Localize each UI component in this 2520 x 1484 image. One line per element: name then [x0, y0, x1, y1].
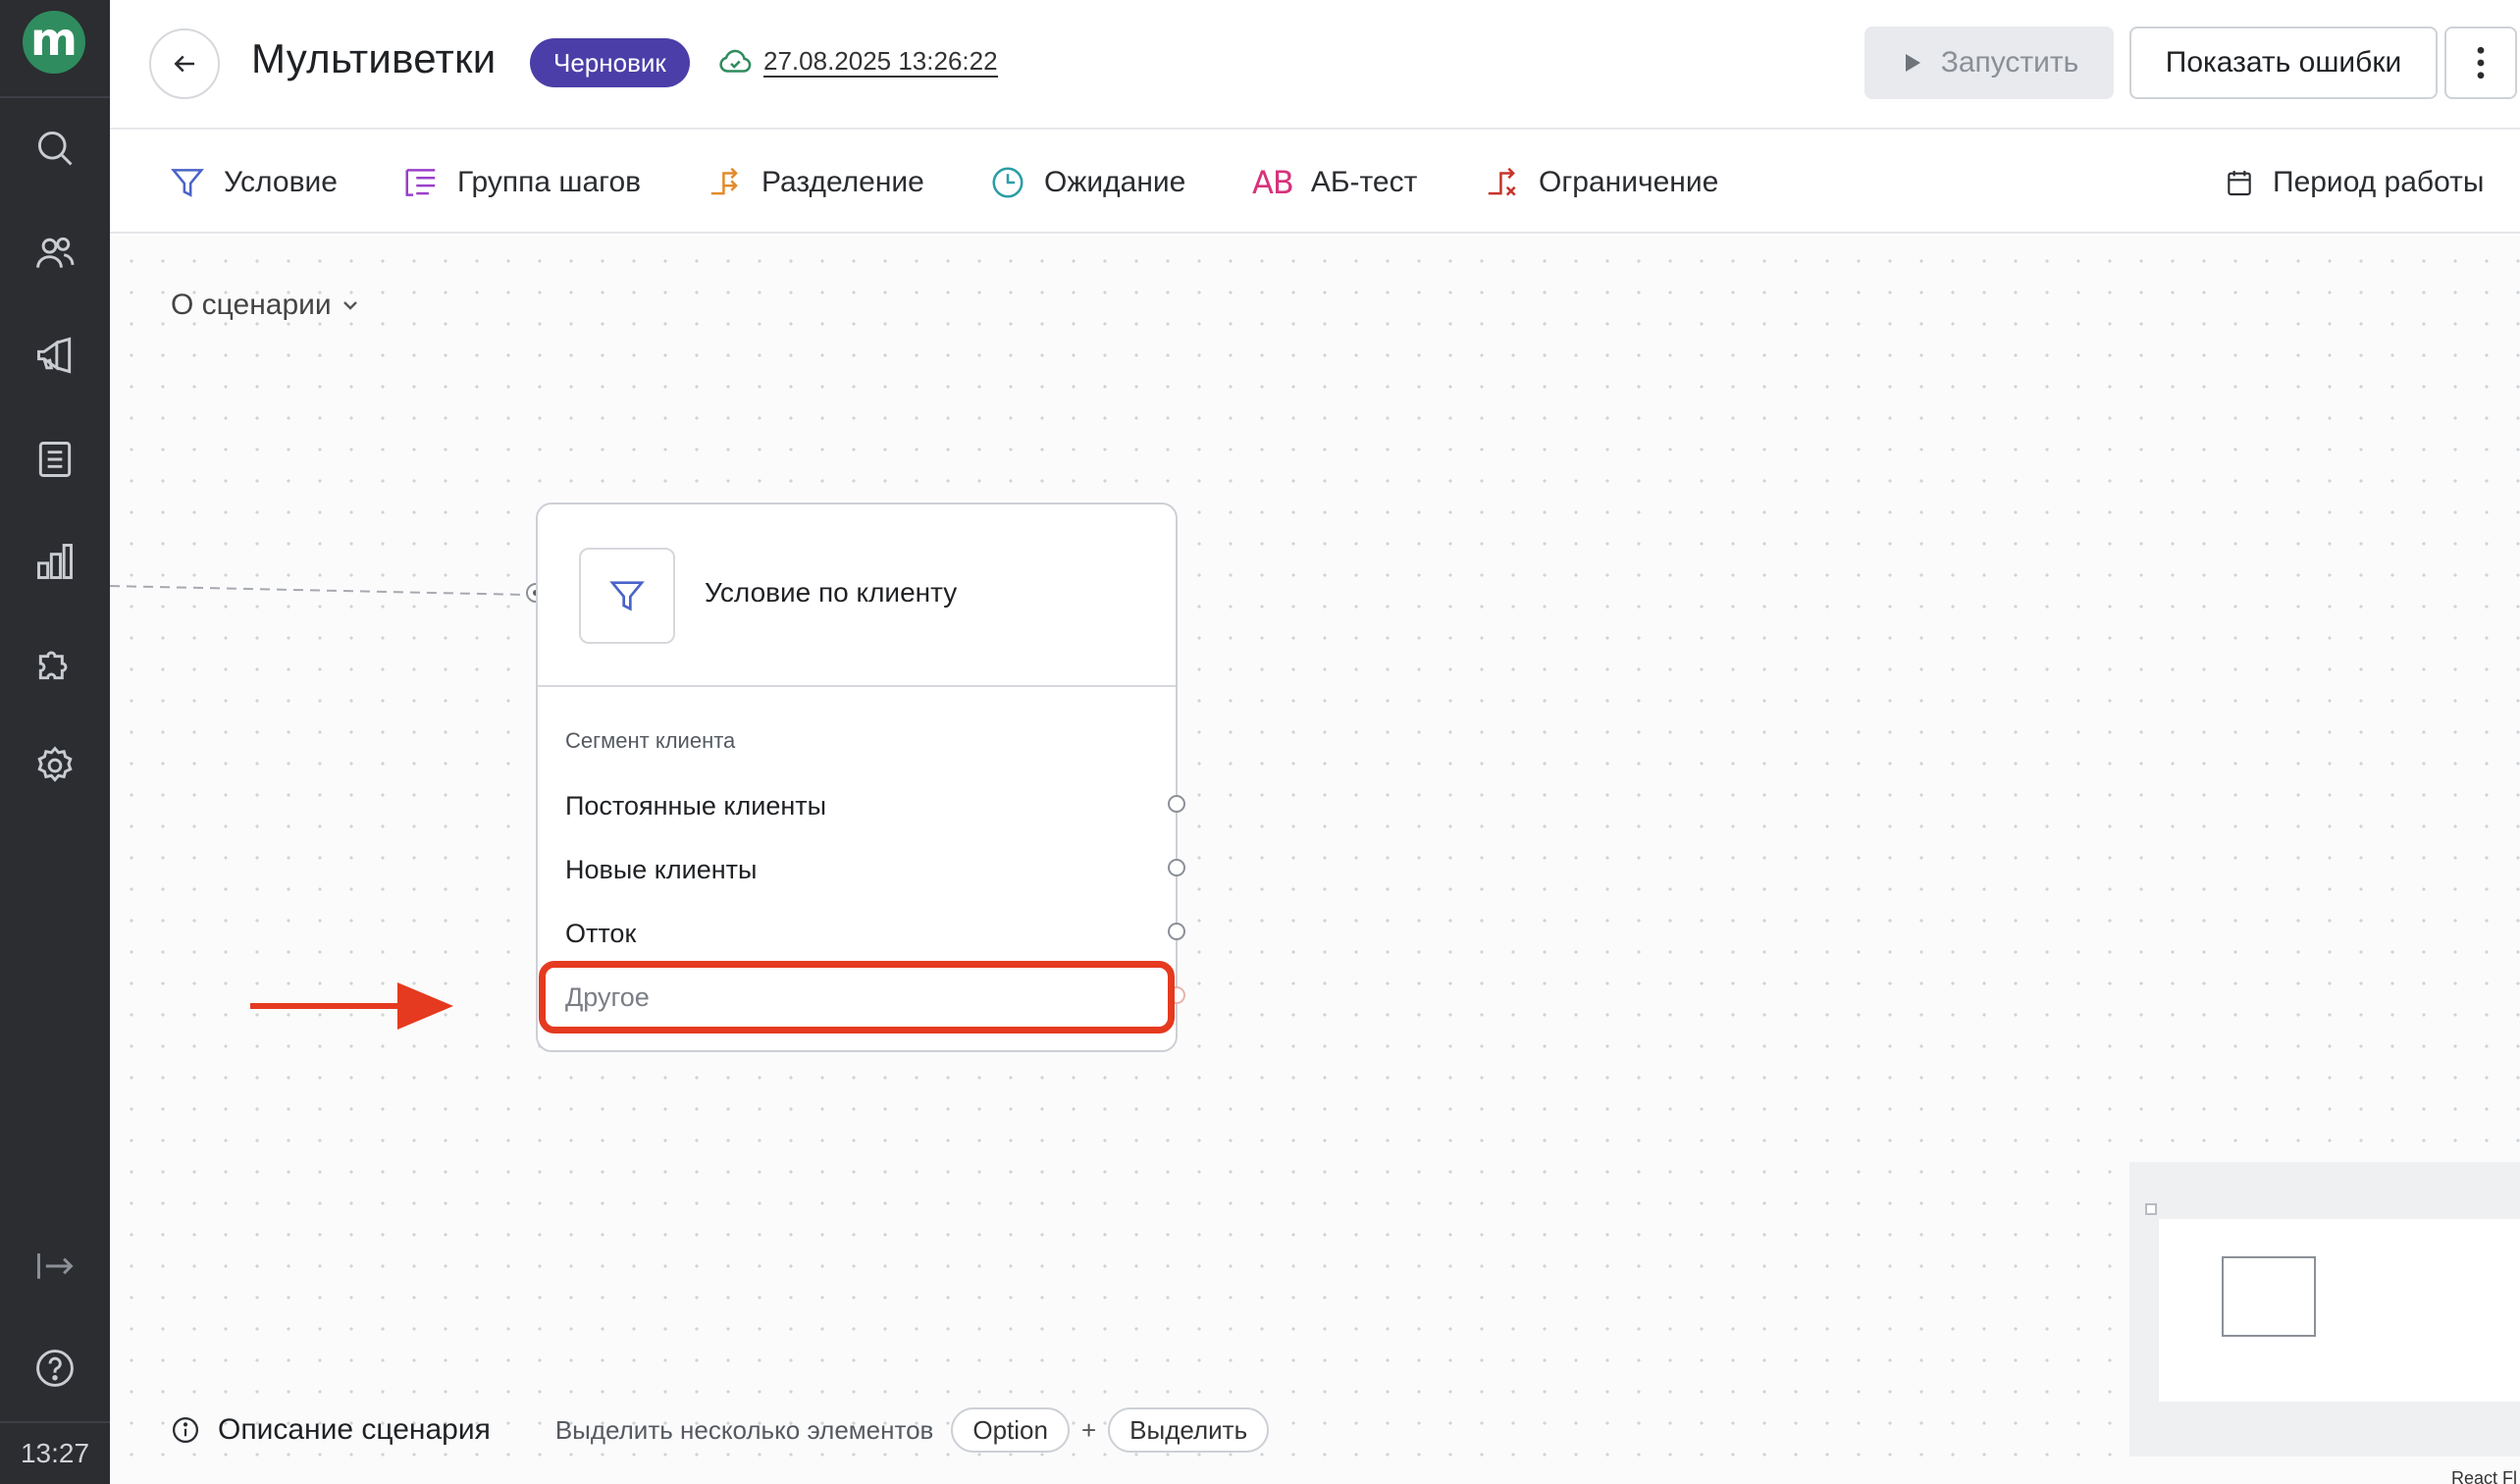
- saved-indicator: 27.08.2025 13:26:22: [716, 43, 998, 80]
- app-logo[interactable]: m: [23, 11, 85, 74]
- limit-icon: [1488, 167, 1516, 196]
- plus-sign: +: [1080, 1414, 1097, 1445]
- incoming-edge: [110, 585, 527, 596]
- info-icon: [173, 1417, 198, 1443]
- schedule-label: Период работы: [2273, 166, 2485, 198]
- tool-step-group-label: Группа шагов: [457, 166, 642, 198]
- tool-wait-label: Ожидание: [1044, 166, 1186, 198]
- settings-icon[interactable]: [27, 738, 82, 793]
- sidebar: m 13:27: [0, 0, 110, 1484]
- tool-ab-test[interactable]: AB АБ-тест: [1252, 161, 1417, 204]
- cloud-check-icon: [719, 49, 752, 73]
- minimap-viewport[interactable]: [2159, 1219, 2520, 1402]
- attribution-link[interactable]: React Fl: [2451, 1468, 2517, 1484]
- filter-icon: [171, 169, 204, 197]
- tool-ab-test-label: АБ-тест: [1310, 166, 1418, 198]
- branch-handle[interactable]: [1168, 859, 1185, 876]
- tool-condition-label: Условие: [224, 166, 338, 198]
- play-icon: [1905, 54, 1920, 72]
- node-header: Условие по клиенту: [538, 504, 1176, 687]
- key-select: Выделить: [1108, 1407, 1270, 1453]
- clock-time: 13:27: [0, 1421, 110, 1484]
- tool-wait[interactable]: Ожидание: [989, 161, 1185, 204]
- users-icon[interactable]: [27, 226, 82, 281]
- branch-churn[interactable]: Отток: [565, 919, 636, 949]
- page-title: Мультиветки: [251, 35, 497, 81]
- saved-timestamp[interactable]: 27.08.2025 13:26:22: [763, 46, 998, 78]
- canvas-footer: Описание сценария Выделить несколько эле…: [171, 1407, 1270, 1453]
- key-option: Option: [951, 1407, 1070, 1453]
- annotation-arrow-icon: [250, 982, 453, 1030]
- multi-select-hint: Выделить несколько элементов: [554, 1414, 934, 1445]
- calendar-icon: [2228, 171, 2251, 196]
- clock-icon: [992, 167, 1024, 198]
- highlight-box: [539, 961, 1175, 1034]
- flow-canvas[interactable]: О сценарии Условие по клиенту Сегмент кл…: [110, 236, 2520, 1484]
- search-icon[interactable]: [27, 121, 82, 176]
- arrow-left-icon: [174, 55, 194, 73]
- integrations-icon[interactable]: [27, 636, 82, 691]
- ab-test-icon: AB: [1252, 164, 1294, 201]
- tool-split-label: Разделение: [761, 166, 924, 198]
- scenario-description-link[interactable]: Описание сценария: [218, 1413, 491, 1447]
- branch-loyal[interactable]: Постоянные клиенты: [565, 791, 826, 822]
- branch-handle[interactable]: [1168, 923, 1185, 940]
- divider: [0, 96, 110, 98]
- minimap-handle: [2145, 1203, 2157, 1215]
- tool-limit[interactable]: Ограничение: [1484, 161, 1718, 204]
- campaigns-icon[interactable]: [27, 328, 82, 383]
- help-icon[interactable]: [27, 1341, 82, 1396]
- collapse-icon[interactable]: [27, 1239, 82, 1294]
- show-errors-button[interactable]: Показать ошибки: [2129, 26, 2438, 99]
- document-icon[interactable]: [27, 432, 82, 487]
- schedule-button[interactable]: Период работы: [2224, 161, 2484, 204]
- minimap-node: [2222, 1256, 2316, 1337]
- header: Мультиветки Черновик 27.08.2025 13:26:22…: [110, 0, 2520, 130]
- tool-split[interactable]: Разделение: [707, 161, 924, 204]
- more-menu-button[interactable]: [2444, 26, 2517, 99]
- tool-limit-label: Ограничение: [1539, 166, 1719, 198]
- status-badge: Черновик: [530, 38, 690, 87]
- tool-condition[interactable]: Условие: [169, 161, 338, 204]
- kebab-menu-icon: [2477, 46, 2485, 80]
- branch-handle[interactable]: [1168, 795, 1185, 813]
- tool-step-group[interactable]: Группа шагов: [402, 161, 641, 204]
- node-toolbar: Условие Группа шагов Разделение Ожидание…: [110, 132, 2520, 234]
- run-button[interactable]: Запустить: [1864, 26, 2114, 99]
- analytics-icon[interactable]: [27, 534, 82, 589]
- split-icon: [710, 167, 738, 195]
- filter-icon: [609, 581, 645, 611]
- back-button[interactable]: [149, 28, 220, 99]
- node-title: Условие по клиенту: [705, 577, 958, 608]
- minimap[interactable]: [2129, 1162, 2520, 1457]
- branch-new[interactable]: Новые клиенты: [565, 855, 757, 885]
- node-filter-icon: [579, 548, 675, 644]
- run-button-label: Запустить: [1940, 46, 2079, 79]
- segment-section-label: Сегмент клиента: [565, 728, 736, 753]
- step-group-icon: [405, 169, 436, 196]
